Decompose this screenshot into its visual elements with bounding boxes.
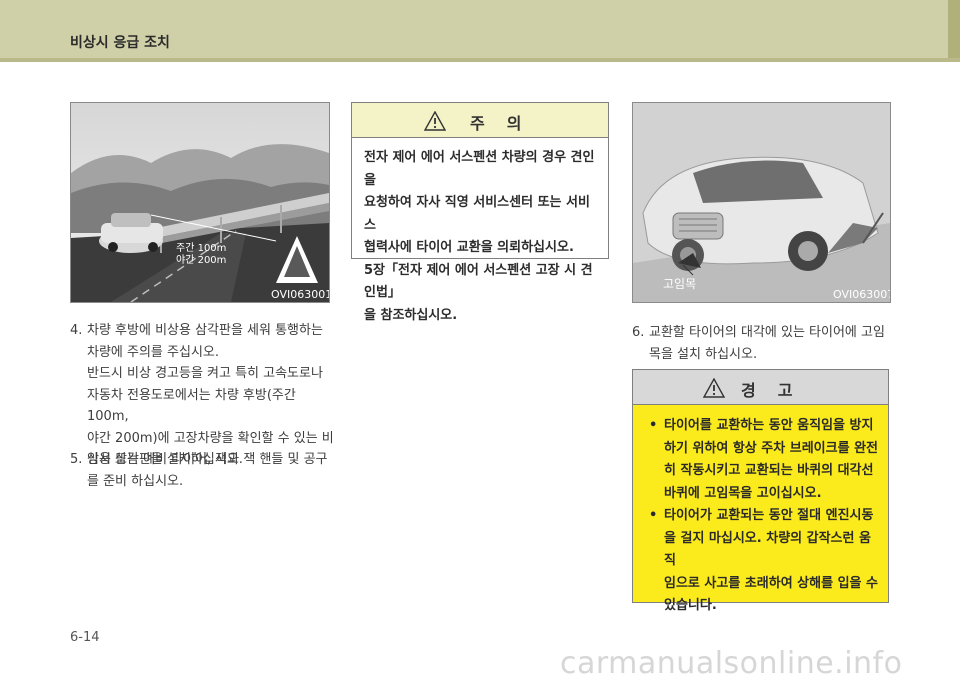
step-4-number: 4.	[70, 323, 83, 338]
warning-line: 임으로 사고를 초래하여 상해를 입을 수	[664, 575, 878, 591]
warning-line: 바퀴에 고임목을 고이십시오.	[664, 485, 822, 501]
step-4-line: 반드시 비상 경고등을 켜고 특히 고속도로나	[87, 366, 323, 381]
caution-line: 요청하여 자사 직영 서비스센터 또는 서비스	[364, 195, 590, 233]
warning-line: 을 걸지 마십시오. 차량의 갑작스런 움직	[664, 530, 871, 569]
figure-wheel-chock: OVI063007 고임목	[632, 102, 891, 303]
warning-bullet: • 타이어를 교환하는 동안 움직임을 방지 하기 위하여 항상 주차 브레이크…	[649, 415, 880, 505]
warning-box: 경고 • 타이어를 교환하는 동안 움직임을 방지 하기 위하여 항상 주차 브…	[632, 369, 889, 613]
warning-line: 타이어를 교환하는 동안 움직임을 방지	[664, 418, 874, 433]
caution-line: 협력사에 타이어 교환을 의뢰하십시오.	[364, 240, 574, 255]
step-4-line: 차량 후방에 비상용 삼각판을 세워 통행하는	[87, 323, 323, 338]
caution-title: 주의	[470, 114, 544, 133]
step-6-number: 6.	[632, 325, 645, 340]
step-5-line: 임시 또는 예비 타이어, 잭과 잭 핸들 및 공구	[87, 452, 328, 467]
figure-warning-triangle: OVI063001 주간 100m 야간 200m	[70, 102, 330, 303]
step-4-line: 자동차 전용도로에서는 차량 후방(주간 100m,	[87, 387, 296, 425]
figure-code-right: OVI063007	[833, 288, 891, 301]
header-strip	[0, 58, 960, 62]
caution-header: 주의	[352, 103, 608, 138]
warning-title: 경고	[741, 381, 815, 400]
warning-triangle-icon	[703, 378, 725, 398]
header-side-tab	[948, 0, 960, 58]
caution-line: 5장「전자 제어 에어 서스펜션 고장 시 견인법」	[364, 262, 593, 301]
step-4-line: 차량에 주의를 주십시오.	[87, 344, 219, 360]
bullet-dot-icon: •	[649, 418, 658, 433]
warning-bullet: • 타이어가 교환되는 동안 절대 엔진시동 을 걸지 마십시오. 차량의 갑작…	[649, 505, 880, 618]
step-5-number: 5.	[70, 452, 83, 467]
section-title: 비상시 응급 조치	[70, 35, 170, 51]
bullet-dot-icon: •	[649, 508, 658, 523]
caution-line: 을 참조하십시오.	[364, 307, 458, 323]
watermark: carmanualsonline.info	[560, 646, 903, 681]
step-4: 4. 차량 후방에 비상용 삼각판을 세워 통행하는 차량에 주의를 주십시오.…	[70, 320, 336, 471]
warning-triangle-icon	[424, 111, 446, 131]
caution-line: 전자 제어 에어 서스펜션 차량의 경우 견인을	[364, 150, 595, 188]
figure-code-left: OVI063001	[271, 288, 330, 301]
warning-header: 경고	[633, 370, 888, 405]
warning-line: 타이어가 교환되는 동안 절대 엔진시동	[664, 508, 874, 523]
warning-line: 히 작동시키고 교환되는 바퀴의 대각선	[664, 463, 874, 478]
caution-box: 주의 전자 제어 에어 서스펜션 차량의 경우 견인을 요청하여 자사 직영 서…	[351, 102, 609, 323]
step-6: 6. 교환할 타이어의 대각에 있는 타이어에 고임 목을 설치 하십시오.	[632, 322, 898, 365]
warning-line: 하기 위하여 항상 주차 브레이크를 완전	[664, 440, 878, 456]
step-5-line: 를 준비 하십시오.	[87, 473, 184, 489]
wheel-chock-callout: 고임목	[663, 277, 697, 291]
label-night-distance: 야간 200m	[176, 255, 227, 266]
warning-body: • 타이어를 교환하는 동안 움직임을 방지 하기 위하여 항상 주차 브레이크…	[633, 405, 888, 618]
warning-line: 있습니다.	[664, 598, 717, 613]
step-6-line: 교환할 타이어의 대각에 있는 타이어에 고임	[649, 325, 885, 340]
caution-body: 전자 제어 에어 서스펜션 차량의 경우 견인을 요청하여 자사 직영 서비스센…	[352, 138, 608, 327]
step-5: 5. 임시 또는 예비 타이어, 잭과 잭 핸들 및 공구 를 준비 하십시오.	[70, 449, 336, 492]
page-number: 6-14	[70, 630, 100, 645]
step-4-line: 야간 200m)에 고장차량을 확인할 수 있는 비	[87, 430, 334, 446]
step-6-line: 목을 설치 하십시오.	[649, 346, 758, 362]
